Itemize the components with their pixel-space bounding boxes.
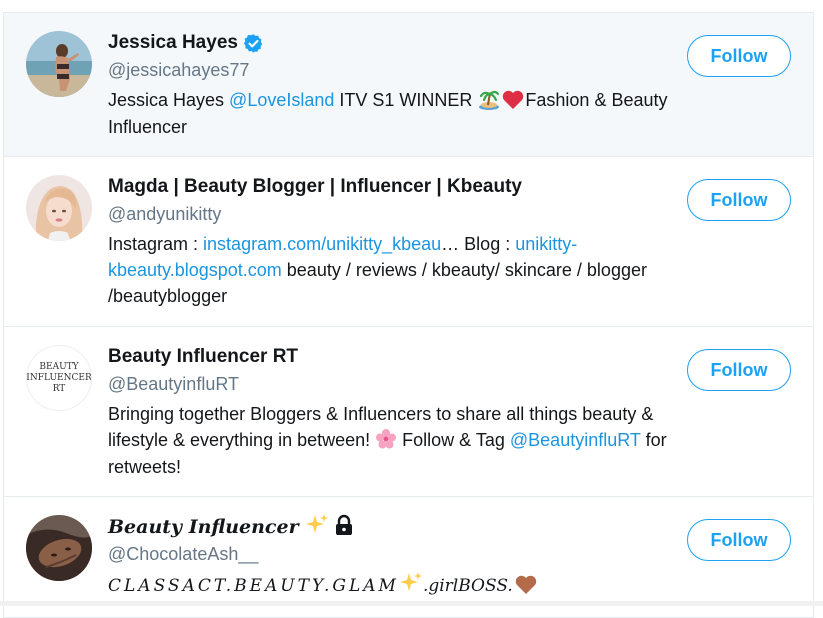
sparkles-icon [399, 571, 423, 599]
user-name[interactable]: Magda | Beauty Blogger | Influencer | Kb… [108, 176, 522, 198]
island-icon [477, 88, 501, 114]
user-handle[interactable]: @ChocolateAsh__ [108, 541, 668, 567]
user-handle[interactable]: @jessicahayes77 [108, 57, 668, 83]
user-card[interactable]: Jessica Hayes @jessicahayes77 Jessica Ha… [4, 13, 813, 157]
avatar-text: INFLUENCER [26, 372, 92, 383]
avatar[interactable] [26, 31, 92, 97]
mention-link[interactable]: @BeautyinfluRT [510, 430, 641, 450]
user-bio: Bringing together Bloggers & Influencers… [108, 401, 668, 480]
bio-text: Jessica Hayes [108, 90, 230, 110]
user-card[interactable]: Beauty Influencer @ChocolateAsh__ CLASSA… [4, 497, 813, 618]
mention-link[interactable]: @LoveIsland [229, 90, 334, 110]
user-card[interactable]: BEAUTY INFLUENCER RT Beauty Influencer R… [4, 327, 813, 497]
bio-text: ITV S1 WINNER [334, 90, 478, 110]
user-handle[interactable]: @andyunikitty [108, 201, 668, 227]
bio-text: Follow & Tag [397, 430, 510, 450]
instagram-link[interactable]: instagram.com/unikitty_kbeau [203, 234, 441, 254]
avatar[interactable]: BEAUTY INFLUENCER RT [26, 345, 92, 411]
verified-badge-icon [243, 33, 264, 54]
follow-button[interactable]: Follow [687, 179, 791, 221]
user-name[interactable]: Jessica Hayes [108, 32, 238, 54]
horizontal-scrollbar[interactable] [0, 601, 823, 606]
user-name[interactable]: Beauty Influencer [108, 516, 299, 538]
user-handle[interactable]: @BeautyinfluRT [108, 371, 668, 397]
sparkles-icon [305, 513, 329, 541]
avatar[interactable] [26, 515, 92, 581]
user-name[interactable]: Beauty Influencer RT [108, 346, 298, 368]
user-bio: Instagram : instagram.com/unikitty_kbeau… [108, 231, 668, 309]
heart-icon [501, 88, 525, 114]
bio-text: Instagram : [108, 234, 204, 254]
user-bio: CLASSACT.BEAUTY.GLAM .girlBOSS. [108, 571, 668, 599]
avatar-text: BEAUTY [39, 361, 79, 372]
brown-heart-icon [513, 573, 539, 599]
follow-button[interactable]: Follow [687, 519, 791, 561]
bio-text: .girlBOSS. [422, 576, 513, 596]
bio-text: CLASSACT.BEAUTY.GLAM [108, 576, 399, 596]
follow-button[interactable]: Follow [687, 35, 791, 77]
blossom-icon [375, 428, 397, 454]
user-bio: Jessica Hayes @LoveIsland ITV S1 WINNER … [108, 87, 668, 140]
bio-text: … Blog : [441, 234, 516, 254]
user-card[interactable]: Magda | Beauty Blogger | Influencer | Kb… [4, 157, 813, 327]
avatar-text: RT [52, 383, 66, 394]
lock-icon [333, 514, 355, 540]
user-list: Jessica Hayes @jessicahayes77 Jessica Ha… [3, 12, 814, 618]
avatar[interactable] [26, 175, 92, 241]
follow-button[interactable]: Follow [687, 349, 791, 391]
